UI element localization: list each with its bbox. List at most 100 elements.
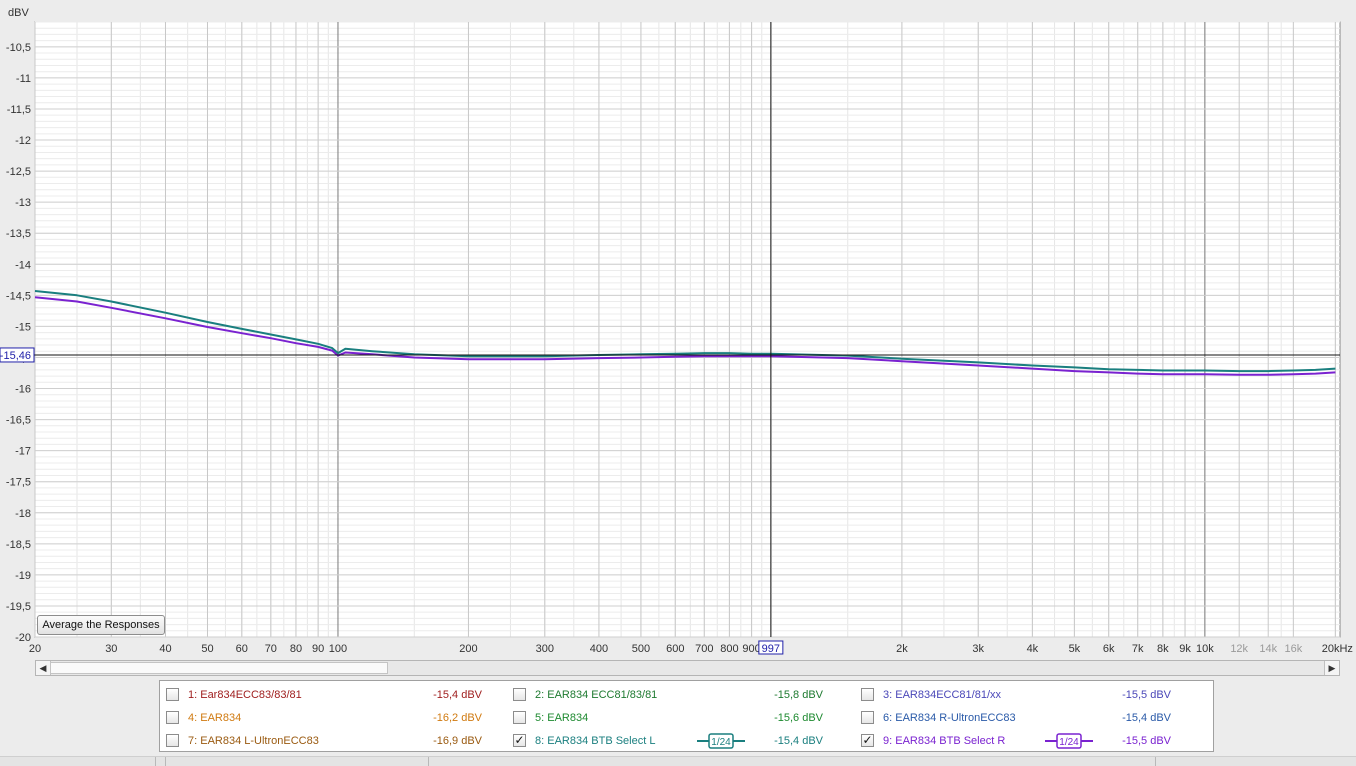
y-tick-label: -12 bbox=[15, 135, 31, 147]
x-tick-label: 40 bbox=[159, 643, 171, 655]
legend-label-8: 8: EAR834 BTB Select L bbox=[535, 735, 656, 747]
legend-label-9: 9: EAR834 BTB Select R bbox=[883, 735, 1006, 747]
checkmark-icon: ✓ bbox=[862, 733, 873, 747]
x-tick-label: 700 bbox=[695, 643, 713, 655]
y-tick-label: -18 bbox=[15, 508, 31, 520]
scrollbar-thumb[interactable] bbox=[50, 662, 388, 674]
legend-checkbox-6[interactable] bbox=[861, 711, 874, 724]
y-tick-label: -13,5 bbox=[6, 228, 31, 240]
x-tick-label: 800 bbox=[720, 643, 738, 655]
x-tick-label: 3k bbox=[972, 643, 984, 655]
legend-item-5[interactable]: 5: EAR834 -15,6 dBV bbox=[513, 710, 853, 728]
x-tick-label: 12k bbox=[1230, 643, 1248, 655]
x-tick-label: 70 bbox=[265, 643, 277, 655]
x-tick-label: 5k bbox=[1069, 643, 1081, 655]
legend-item-2[interactable]: 2: EAR834 ECC81/83/81 -15,8 dBV bbox=[513, 687, 853, 705]
plot-area bbox=[34, 21, 1341, 638]
legend-label-6: 6: EAR834 R-UltronECC83 bbox=[883, 712, 1016, 724]
x-tick-label: 6k bbox=[1103, 643, 1115, 655]
legend-label-3: 3: EAR834ECC81/81/xx bbox=[883, 689, 1002, 701]
cursor-y-label: -15,46 bbox=[0, 350, 31, 362]
x-tick-label: 100 bbox=[329, 643, 347, 655]
x-tick-label: 14k bbox=[1259, 643, 1277, 655]
x-tick-label: 90 bbox=[312, 643, 324, 655]
horizontal-scrollbar[interactable]: ◀ ▶ bbox=[35, 660, 1340, 676]
x-tick-label: 10k bbox=[1196, 643, 1214, 655]
legend-label-5: 5: EAR834 bbox=[535, 712, 589, 724]
legend-checkbox-7[interactable] bbox=[166, 734, 179, 747]
x-tick-label: 60 bbox=[236, 643, 248, 655]
x-tick-label: 4k bbox=[1027, 643, 1039, 655]
y-tick-label: -19 bbox=[15, 570, 31, 582]
x-tick-label: 7k bbox=[1132, 643, 1144, 655]
x-tick-label: 30 bbox=[105, 643, 117, 655]
legend-value-6: -15,4 dBV bbox=[1122, 712, 1171, 724]
legend-checkbox-8[interactable]: ✓ bbox=[513, 734, 526, 747]
y-tick-label: -17 bbox=[15, 446, 31, 458]
legend-checkbox-4[interactable] bbox=[166, 711, 179, 724]
legend-label-7: 7: EAR834 L-UltronECC83 bbox=[188, 735, 319, 747]
y-tick-label: -14 bbox=[15, 259, 31, 271]
legend-value-2: -15,8 dBV bbox=[774, 689, 823, 701]
checkmark-icon: ✓ bbox=[514, 733, 525, 747]
legend-item-3[interactable]: 3: EAR834ECC81/81/xx -15,5 dBV bbox=[861, 687, 1201, 705]
smoothing-label-9: 1/24 bbox=[1059, 737, 1079, 748]
x-tick-label: 9k bbox=[1179, 643, 1191, 655]
y-tick-label: -15 bbox=[15, 321, 31, 333]
x-tick-label: 900 bbox=[742, 643, 760, 655]
scroll-left-icon[interactable]: ◀ bbox=[36, 661, 51, 675]
average-responses-button[interactable]: Average the Responses bbox=[37, 615, 165, 635]
legend-checkbox-1[interactable] bbox=[166, 688, 179, 701]
legend-checkbox-9[interactable]: ✓ bbox=[861, 734, 874, 747]
y-tick-label: -14,5 bbox=[6, 290, 31, 302]
legend-item-7[interactable]: 7: EAR834 L-UltronECC83 -16,9 dBV bbox=[166, 733, 506, 751]
legend-value-4: -16,2 dBV bbox=[433, 712, 482, 724]
legend-label-1: 1: Ear834ECC83/83/81 bbox=[188, 689, 302, 701]
legend-value-7: -16,9 dBV bbox=[433, 735, 482, 747]
y-tick-label: -11,5 bbox=[7, 104, 31, 116]
smoothing-indicator-9[interactable]: 1/24 bbox=[1044, 733, 1094, 749]
y-tick-label: -18,5 bbox=[6, 539, 31, 551]
y-tick-label: -10,5 bbox=[6, 42, 31, 54]
x-tick-label: 400 bbox=[590, 643, 608, 655]
legend-item-9[interactable]: ✓ 9: EAR834 BTB Select R 1/24 -15,5 dBV bbox=[861, 733, 1201, 751]
y-tick-label: -16,5 bbox=[6, 415, 31, 427]
x-tick-label: 8k bbox=[1157, 643, 1169, 655]
frequency-response-chart[interactable]: -10,5 -11 -11,5 -12 -12,5 -13 -13,5 -14 -14,5 -15… bbox=[0, 0, 1356, 660]
smoothing-label-8: 1/24 bbox=[711, 737, 731, 748]
legend-value-8: -15,4 dBV bbox=[774, 735, 823, 747]
measurement-legend: 1: Ear834ECC83/83/81 -15,4 dBV 2: EAR834… bbox=[159, 680, 1214, 752]
x-tick-label: 600 bbox=[666, 643, 684, 655]
x-tick-label: 16k bbox=[1284, 643, 1302, 655]
x-tick-label: 50 bbox=[201, 643, 213, 655]
legend-checkbox-3[interactable] bbox=[861, 688, 874, 701]
legend-item-6[interactable]: 6: EAR834 R-UltronECC83 -15,4 dBV bbox=[861, 710, 1201, 728]
y-tick-label: -11 bbox=[16, 73, 31, 85]
x-tick-label: 300 bbox=[536, 643, 554, 655]
legend-item-1[interactable]: 1: Ear834ECC83/83/81 -15,4 dBV bbox=[166, 687, 506, 705]
y-axis-label: dBV bbox=[8, 7, 29, 19]
x-tick-label: 200 bbox=[459, 643, 477, 655]
legend-checkbox-2[interactable] bbox=[513, 688, 526, 701]
legend-item-8[interactable]: ✓ 8: EAR834 BTB Select L 1/24 -15,4 dBV bbox=[513, 733, 853, 751]
y-tick-label: -16 bbox=[15, 384, 31, 396]
y-tick-label: -19,5 bbox=[6, 601, 31, 613]
x-tick-label: 500 bbox=[632, 643, 650, 655]
legend-label-2: 2: EAR834 ECC81/83/81 bbox=[535, 689, 658, 701]
legend-value-3: -15,5 dBV bbox=[1122, 689, 1171, 701]
y-tick-label: -12,5 bbox=[6, 166, 31, 178]
scroll-right-icon[interactable]: ▶ bbox=[1324, 661, 1339, 675]
x-tick-label: 20 bbox=[29, 643, 41, 655]
smoothing-indicator-8[interactable]: 1/24 bbox=[696, 733, 746, 749]
legend-value-5: -15,6 dBV bbox=[774, 712, 823, 724]
legend-value-9: -15,5 dBV bbox=[1122, 735, 1171, 747]
x-tick-label: 20kHz bbox=[1322, 643, 1353, 655]
x-tick-label: 2k bbox=[896, 643, 908, 655]
cursor-x-label: 997 bbox=[762, 643, 780, 655]
legend-item-4[interactable]: 4: EAR834 -16,2 dBV bbox=[166, 710, 506, 728]
legend-checkbox-5[interactable] bbox=[513, 711, 526, 724]
x-tick-label: 80 bbox=[290, 643, 302, 655]
legend-label-4: 4: EAR834 bbox=[188, 712, 242, 724]
legend-value-1: -15,4 dBV bbox=[433, 689, 482, 701]
y-tick-label: -17,5 bbox=[6, 477, 31, 489]
